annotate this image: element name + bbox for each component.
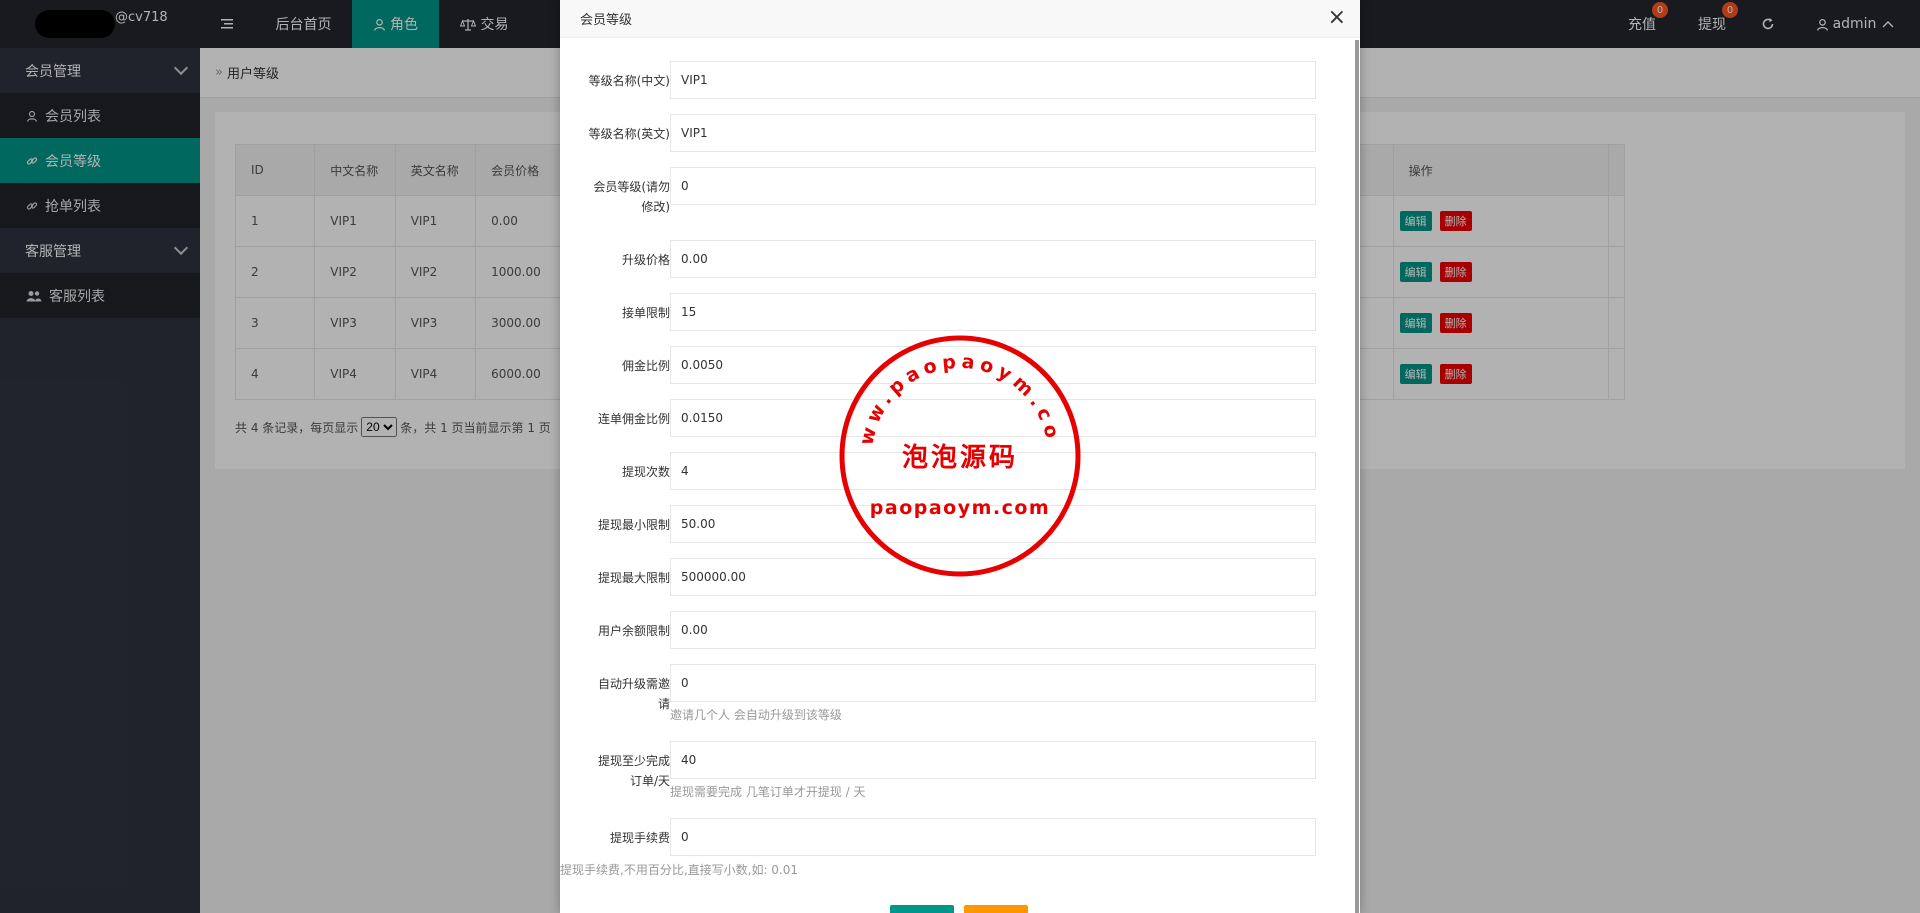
auto-upgrade-hint: 邀请几个人 会自动升级到该等级	[670, 708, 842, 722]
field-label: 提现最小限制*	[570, 515, 678, 535]
field-label: 提现手续费*	[570, 828, 678, 848]
stamp-center-text: 泡泡源码	[902, 443, 1018, 473]
level-input[interactable]	[670, 167, 1316, 205]
label-text: 提现最大限制	[597, 571, 670, 585]
field-label: 佣金比例*	[570, 356, 678, 376]
submit-button[interactable]	[890, 905, 954, 913]
field-label: 提现最大限制*	[570, 568, 678, 588]
modal-title: 会员等级	[580, 13, 633, 28]
field-label: 提现次数*	[570, 462, 678, 482]
modal-header: 会员等级 ×	[560, 0, 1360, 38]
label-text: 自动升级需邀请	[597, 677, 670, 711]
modal-footer-buttons	[890, 905, 1038, 913]
fee-input[interactable]	[670, 818, 1316, 856]
field-label: 用户余额限制*	[570, 621, 678, 641]
field-label: 等级名称(中文)	[570, 71, 670, 91]
min-orders-input[interactable]	[670, 741, 1316, 779]
label-text: 升级价格	[621, 253, 670, 267]
watermark-stamp: www.paopaoym.com 泡泡源码 paopaoym.com	[838, 334, 1081, 577]
min-orders-hint: 提现需要完成 几笔订单才开提现 / 天	[670, 785, 866, 799]
field-label: 升级价格*	[570, 250, 678, 270]
name-cn-input[interactable]	[670, 61, 1316, 99]
label-text: 会员等级(请勿修改)	[593, 180, 670, 214]
reset-button[interactable]	[964, 905, 1028, 913]
label-text: 提现至少完成订单/天	[597, 754, 670, 788]
field-label: 等级名称(英文)	[570, 124, 670, 144]
balance-limit-input[interactable]	[670, 611, 1316, 649]
fee-hint: 提现手续费,不用百分比,直接写小数,如: 0.01	[560, 863, 799, 877]
label-text: 佣金比例	[621, 359, 670, 373]
label-text: 提现最小限制	[597, 518, 670, 532]
stamp-arc-text: www.paopaoym.com	[838, 334, 1064, 447]
label-text: 等级名称(英文)	[588, 127, 670, 141]
field-label: 接单限制*	[570, 303, 678, 323]
auto-upgrade-input[interactable]	[670, 664, 1316, 702]
field-label: 会员等级(请勿修改)*	[592, 177, 678, 217]
label-text: 提现次数	[621, 465, 670, 479]
label-text: 用户余额限制	[597, 624, 670, 638]
name-en-input[interactable]	[670, 114, 1316, 152]
label-text: 提现手续费	[609, 831, 670, 845]
upgrade-price-input[interactable]	[670, 240, 1316, 278]
label-text: 接单限制	[621, 306, 670, 320]
field-label: 连单佣金比例*	[570, 409, 678, 429]
stamp-bottom-text: paopaoym.com	[870, 497, 1050, 519]
field-label: 自动升级需邀请*	[592, 674, 678, 714]
label-text: 等级名称(中文)	[588, 74, 670, 88]
close-icon[interactable]: ×	[1328, 7, 1346, 29]
modal-scrollbar[interactable]	[1355, 40, 1359, 913]
field-label: 提现至少完成订单/天*	[592, 751, 678, 791]
order-limit-input[interactable]	[670, 293, 1316, 331]
label-text: 连单佣金比例	[597, 412, 670, 426]
